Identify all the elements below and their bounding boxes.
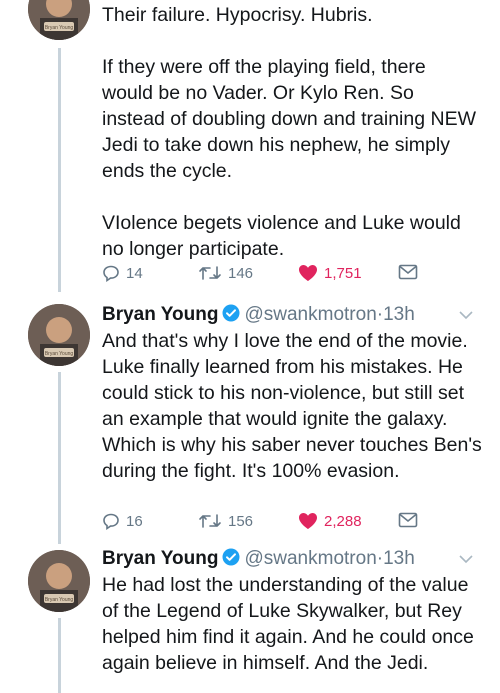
tweet-time[interactable]: 13h (383, 548, 415, 569)
thread-line (58, 618, 61, 693)
tweet-paragraph: He had lost the understanding of the val… (102, 574, 474, 674)
like-button[interactable]: 1,751 (298, 264, 362, 282)
reply-count: 16 (126, 512, 143, 530)
avatar[interactable]: Bryan Young (28, 550, 90, 612)
heart-icon (299, 513, 317, 529)
retweet-button[interactable]: 156 (198, 512, 253, 530)
reply-icon (103, 265, 119, 282)
thread-line (58, 48, 61, 292)
tweet-1[interactable]: Bryan Young Their failure. Hypocrisy. Hu… (0, 0, 500, 300)
tweet-2[interactable]: Bryan Young Bryan Young @swankmotron·13h … (0, 300, 500, 544)
tweet-actions: 14 146 1,751 (102, 264, 482, 286)
chevron-down-icon[interactable] (458, 308, 474, 326)
like-count: 1,751 (324, 264, 362, 282)
tweet-time[interactable]: 13h (383, 304, 415, 325)
tweet-actions: 16 156 2,288 (102, 512, 482, 534)
retweet-count: 146 (228, 264, 254, 282)
reply-count: 14 (126, 264, 143, 282)
retweet-icon (199, 514, 221, 528)
envelope-icon (398, 512, 418, 528)
like-count: 2,288 (324, 512, 362, 530)
reply-button[interactable]: 16 (102, 512, 143, 530)
tweet-text: And that's why I love the end of the mov… (102, 328, 482, 484)
reply-button[interactable]: 14 (102, 264, 143, 282)
retweet-count: 156 (228, 512, 254, 530)
retweet-icon (199, 266, 221, 280)
message-button[interactable] (398, 264, 418, 280)
avatar-badge-text: Bryan Young (45, 25, 74, 31)
heart-icon (299, 265, 317, 281)
tweet-paragraph: If they were off the playing field, ther… (102, 56, 476, 182)
thread-line (58, 372, 61, 544)
tweet-paragraph: And that's why I love the end of the mov… (102, 330, 482, 482)
avatar[interactable]: Bryan Young (28, 0, 90, 40)
envelope-icon (398, 264, 418, 280)
author-handle[interactable]: @swankmotron (244, 304, 376, 325)
tweet-paragraph: VIolence begets violence and Luke would … (102, 212, 461, 260)
author-handle[interactable]: @swankmotron (244, 548, 376, 569)
message-button[interactable] (398, 512, 418, 528)
author-name[interactable]: Bryan Young (102, 548, 218, 569)
tweet-header: Bryan Young @swankmotron·13h (102, 548, 415, 572)
tweet-paragraph: Their failure. Hypocrisy. Hubris. (102, 4, 373, 26)
tweet-header: Bryan Young @swankmotron·13h (102, 304, 415, 328)
timeline: Bryan Young Their failure. Hypocrisy. Hu… (0, 0, 500, 693)
tweet-3[interactable]: Bryan Young Bryan Young @swankmotron·13h … (0, 546, 500, 693)
tweet-text: Their failure. Hypocrisy. Hubris. If the… (102, 2, 482, 262)
tweet-text: He had lost the understanding of the val… (102, 572, 482, 676)
verified-badge-icon (222, 548, 240, 572)
author-name[interactable]: Bryan Young (102, 304, 218, 325)
chevron-down-icon[interactable] (458, 552, 474, 570)
avatar-badge-text: Bryan Young (45, 597, 74, 603)
reply-icon (103, 513, 119, 530)
avatar[interactable]: Bryan Young (28, 304, 90, 366)
retweet-button[interactable]: 146 (198, 264, 253, 282)
verified-badge-icon (222, 304, 240, 328)
avatar-badge-text: Bryan Young (45, 351, 74, 357)
like-button[interactable]: 2,288 (298, 512, 362, 530)
